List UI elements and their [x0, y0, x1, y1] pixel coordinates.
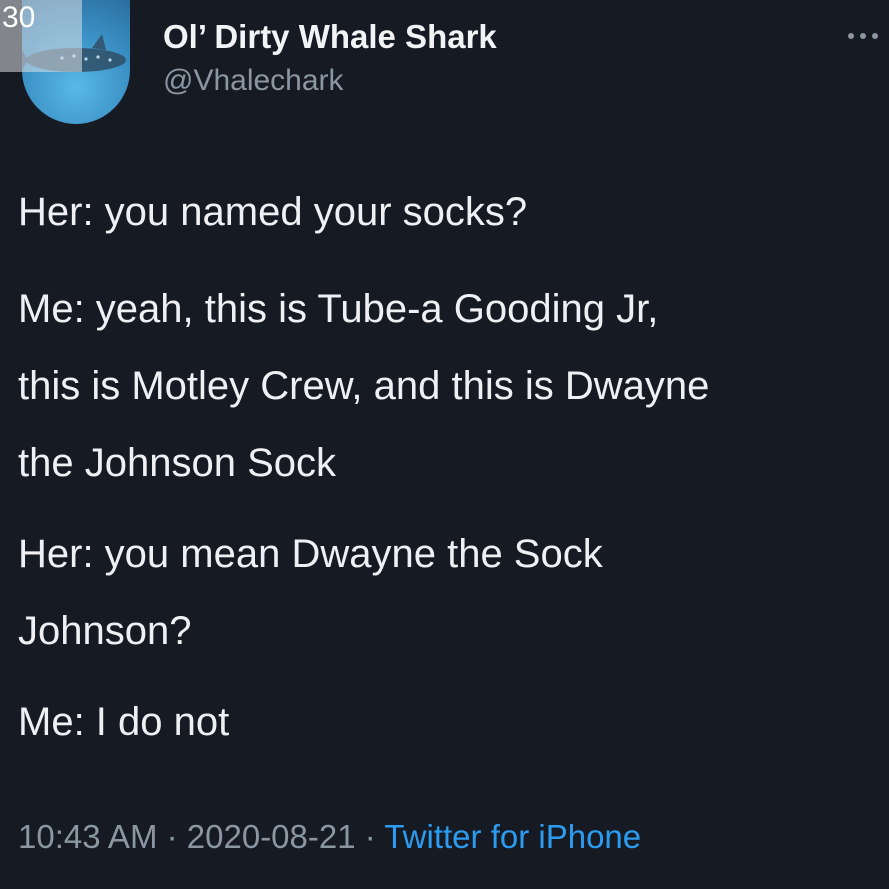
more-horizontal-icon[interactable] — [845, 30, 881, 42]
tweet-date[interactable]: 2020-08-21 — [187, 818, 356, 855]
tweet-paragraph: Me: I do not — [18, 698, 229, 746]
tweet-line: Her: you named your socks? — [18, 190, 528, 234]
meta-separator: · — [364, 818, 376, 855]
tweet-line: Her: you mean Dwayne the Sock — [18, 532, 603, 576]
tweet-time[interactable]: 10:43 AM — [18, 818, 157, 855]
display-name[interactable]: Ol’ Dirty Whale Shark — [163, 18, 497, 56]
tweet-line: Johnson? — [18, 609, 192, 653]
tweet-line: Me: yeah, this is Tube-a Gooding Jr, — [18, 287, 659, 331]
tweet-paragraph: Her: you mean Dwayne the Sock Johnson? — [18, 530, 603, 684]
counter-badge: 30 — [0, 0, 82, 72]
tweet-meta: 10:43 AM · 2020-08-21 · Twitter for iPho… — [18, 818, 641, 856]
tweet-paragraph: Me: yeah, this is Tube-a Gooding Jr, thi… — [18, 285, 709, 516]
tweet-line: Me: I do not — [18, 700, 230, 744]
tweet-line: this is Motley Crew, and this is Dwayne — [18, 364, 710, 408]
tweet-source-link[interactable]: Twitter for iPhone — [384, 818, 641, 855]
tweet-card: 30 Ol’ Dirty Whale Shark @Vhalechark Her… — [0, 0, 889, 889]
user-handle[interactable]: @Vhalechark — [163, 64, 344, 98]
meta-separator: · — [166, 818, 178, 855]
tweet-line: the Johnson Sock — [18, 441, 336, 485]
tweet-paragraph: Her: you named your socks? — [18, 188, 527, 236]
